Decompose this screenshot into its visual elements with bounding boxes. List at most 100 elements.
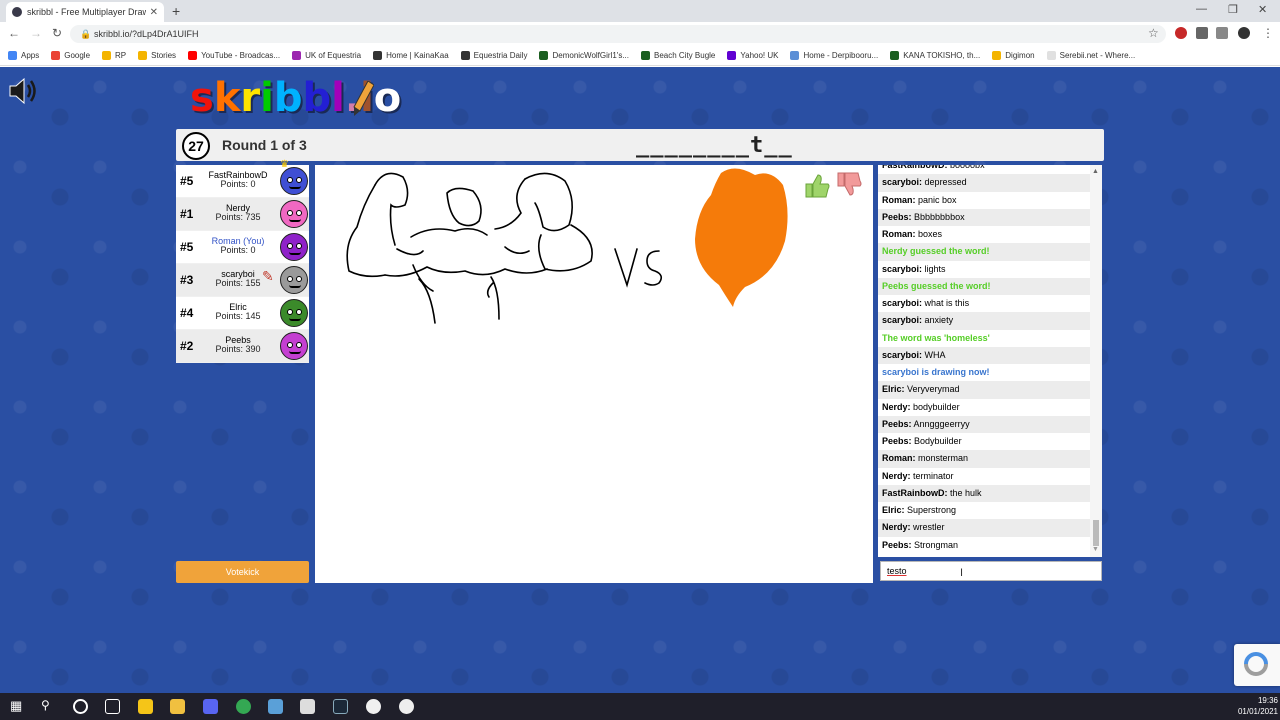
bookmark-item[interactable]: UK of Equestria (292, 51, 361, 60)
bookmark-label: RP (115, 51, 127, 60)
bookmark-item[interactable]: Yahoo! UK (727, 51, 778, 60)
logo-letter: s (190, 75, 214, 121)
url-input[interactable]: 🔒 skribbl.io/?dLp4DrA1UIFH (70, 25, 1166, 43)
logo-letter: o (373, 75, 402, 121)
windows-taskbar: ▦ ⚲ 19:36 01/01/2021 (0, 693, 1280, 720)
player-points: Points: 0 (220, 179, 256, 189)
chat-input[interactable]: testo (880, 561, 1102, 581)
extension-icon[interactable] (1175, 27, 1187, 39)
thumbs-down-icon[interactable] (835, 171, 863, 199)
avatar-eye (296, 210, 302, 216)
avatar-mouth (289, 318, 301, 321)
chat-username: Nerdy: (882, 522, 911, 533)
browser-tab[interactable]: skribbl - Free Multiplayer Drawi... ✕ (6, 2, 164, 22)
app-icon-2[interactable] (366, 699, 381, 714)
scroll-down-icon[interactable]: ▼ (1092, 546, 1099, 553)
chat-message: scaryboi: lights (878, 261, 1090, 278)
player-card[interactable]: #1 Nerdy Points: 735 (176, 198, 309, 231)
chat-message: Nerdy: wrestler (878, 519, 1090, 537)
player-card[interactable]: #4 Elric Points: 145 (176, 297, 309, 330)
avatar-eye (287, 276, 293, 282)
bookmark-label: Serebii.net - Where... (1059, 51, 1136, 60)
chat-text: depressed (924, 177, 967, 188)
paint-icon[interactable] (268, 699, 283, 714)
votekick-button[interactable]: Votekick (176, 561, 309, 583)
game-header: 27 Round 1 of 3 ________t__ (176, 129, 1104, 161)
player-card[interactable]: #5 FastRainbowD Points: 0 ♛ (176, 159, 309, 198)
sticky-app-icon[interactable] (138, 699, 153, 714)
bookmark-item[interactable]: DemonicWolfGirl1's... (539, 51, 629, 60)
player-points: Points: 145 (215, 311, 261, 321)
close-window-icon[interactable]: ✕ (1258, 3, 1267, 16)
player-points: Points: 390 (215, 344, 261, 354)
bookmark-label: Apps (21, 51, 40, 60)
bookmark-item[interactable]: Serebii.net - Where... (1046, 51, 1136, 60)
chat-text: Veryverymad (907, 384, 960, 395)
task-view-icon[interactable] (105, 699, 120, 714)
player-rank: #4 (180, 306, 194, 320)
restore-icon[interactable]: ❐ (1228, 3, 1238, 16)
player-avatar (280, 299, 308, 327)
bookmark-item[interactable]: Home - Derpibooru... (790, 51, 878, 60)
chat-text: panic box (918, 194, 957, 205)
bookmark-item[interactable]: Digimon (992, 51, 1035, 60)
chat-username: FastRainbowD: (882, 165, 948, 170)
player-card[interactable]: #2 Peebs Points: 390 (176, 330, 309, 363)
bookmark-favicon-icon (8, 51, 17, 60)
bookmark-favicon-icon (292, 51, 302, 60)
thumbs-up-icon[interactable] (803, 171, 831, 199)
player-list: #5 FastRainbowD Points: 0 ♛ #1 Nerdy Points: 7… (176, 159, 309, 363)
forward-icon[interactable]: → (30, 26, 42, 40)
scroll-up-icon[interactable]: ▲ (1092, 168, 1099, 175)
windows-start-icon[interactable]: ▦ (10, 698, 25, 713)
chat-message: scaryboi: WHA (878, 346, 1090, 364)
tab-close-icon[interactable]: ✕ (150, 7, 158, 18)
menu-icon[interactable]: ⋮ (1262, 26, 1274, 40)
bookmark-label: Yahoo! UK (740, 51, 779, 60)
chat-message: Roman: monsterman (878, 450, 1090, 468)
chat-username: Nerdy: (882, 401, 911, 412)
recaptcha-badge[interactable] (1234, 644, 1280, 686)
minimize-icon[interactable]: — (1196, 3, 1207, 15)
avatar-eye (296, 309, 302, 315)
chat-message: scaryboi is drawing now! (882, 367, 990, 377)
steam-icon[interactable] (333, 699, 348, 714)
puzzle-icon[interactable] (1196, 27, 1208, 39)
sound-toggle-icon[interactable] (8, 77, 38, 105)
profile-icon[interactable] (1238, 27, 1250, 39)
bookmark-item[interactable]: Apps (8, 51, 39, 60)
media-icon[interactable] (1216, 27, 1228, 39)
chat-scrollbar[interactable]: ▲ ▼ (1090, 165, 1102, 557)
app-icon-3[interactable] (399, 699, 414, 714)
drawing-canvas[interactable] (315, 165, 873, 583)
cortana-icon[interactable] (73, 699, 88, 714)
discord-icon[interactable] (203, 699, 218, 714)
bookmark-item[interactable]: Equestria Daily (460, 51, 527, 60)
search-icon[interactable]: ⚲ (41, 698, 56, 713)
player-card[interactable]: #3 scaryboi Points: 155 ✎ (176, 264, 309, 297)
player-rank: #5 (180, 174, 194, 188)
bookmark-item[interactable]: Beach City Bugle (641, 51, 715, 60)
chat-message: Peebs: Anngggeerryy (878, 415, 1090, 433)
new-tab-button[interactable]: + (172, 3, 180, 19)
scroll-thumb[interactable] (1093, 520, 1099, 546)
chat-text: Strongman (914, 539, 959, 550)
bookmark-favicon-icon (138, 51, 148, 60)
back-icon[interactable]: ← (8, 26, 20, 40)
reload-icon[interactable]: ↻ (52, 26, 62, 40)
app-icon[interactable] (300, 699, 315, 714)
chat-message: Nerdy: terminator (878, 468, 1090, 485)
bookmark-item[interactable]: KANA TOKISHO, th... (890, 51, 980, 60)
player-card[interactable]: #5 Roman (You) Points: 0 (176, 231, 309, 264)
bookmark-item[interactable]: Home | KainaKaa (373, 51, 449, 60)
bookmark-item[interactable]: RP (102, 51, 126, 60)
avatar-eye (287, 309, 293, 315)
bookmark-star-icon[interactable]: ☆ (1148, 26, 1159, 40)
chat-input-text: testo (887, 566, 907, 576)
chrome-icon[interactable] (236, 699, 251, 714)
bookmark-item[interactable]: Stories (138, 51, 176, 60)
file-explorer-icon[interactable] (170, 699, 185, 714)
bookmark-item[interactable]: YouTube - Broadcas... (188, 51, 280, 60)
bookmark-item[interactable]: Google (51, 51, 90, 60)
bookmark-favicon-icon (102, 51, 112, 60)
